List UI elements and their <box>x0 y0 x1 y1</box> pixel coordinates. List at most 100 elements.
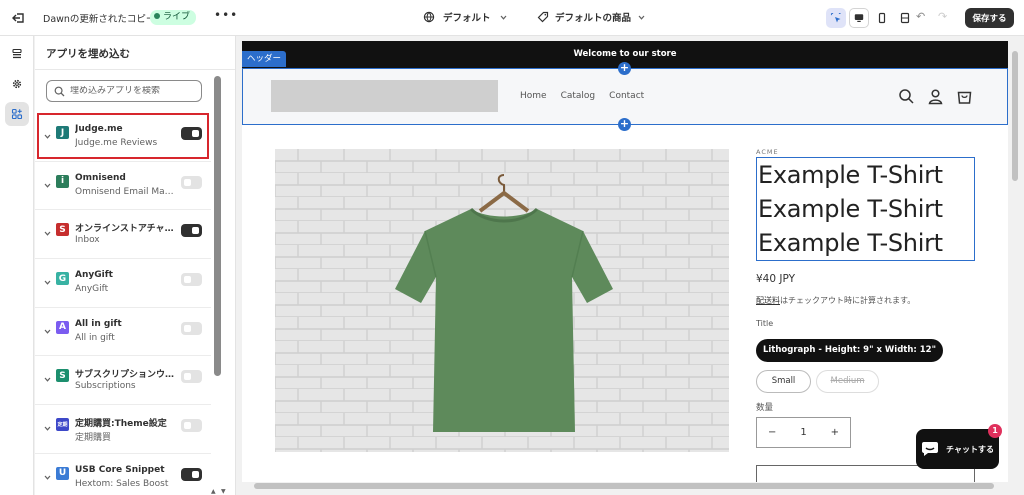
chevron-down-icon <box>638 15 645 20</box>
option-medium-pill[interactable]: Medium <box>816 370 879 393</box>
panel-divider <box>35 69 235 70</box>
chat-label: チャットする <box>946 444 994 454</box>
quantity-increase-button[interactable]: + <box>831 427 839 438</box>
product-title-line: Example T-Shirt <box>758 229 943 257</box>
more-actions-button[interactable]: ••• <box>214 8 238 22</box>
mobile-icon <box>878 12 886 24</box>
chevron-down-icon[interactable] <box>43 278 52 287</box>
product-vendor: ACME <box>756 148 779 156</box>
main-nav: Home Catalog Contact <box>520 91 644 101</box>
chevron-down-icon[interactable] <box>43 424 52 433</box>
chevron-down-icon <box>500 15 506 20</box>
app-embed-toggle[interactable] <box>181 419 202 433</box>
fullscreen-button[interactable] <box>895 8 915 28</box>
desktop-view-button[interactable] <box>849 8 869 28</box>
scroll-up-arrow-icon[interactable]: ▲ <box>211 488 216 495</box>
template-selector[interactable]: デフォルトの商品 <box>537 10 646 24</box>
product-price: ¥40 JPY <box>756 273 795 285</box>
shipping-link[interactable]: 配送料 <box>756 296 780 305</box>
chevron-down-icon[interactable] <box>43 473 52 482</box>
app-subtitle: Subscriptions <box>75 381 136 392</box>
inspector-button[interactable] <box>826 8 846 28</box>
option-lithograph-pill[interactable]: Lithograph - Height: 9" x Width: 12" <box>756 339 943 362</box>
app-embed-item[interactable]: G AnyGift AnyGift <box>35 259 211 308</box>
highlight-box <box>37 113 209 159</box>
chevron-down-icon[interactable] <box>43 327 52 336</box>
app-subtitle: Omnisend Email Marketing <box>75 186 175 197</box>
search-icon[interactable] <box>898 88 915 105</box>
app-embed-item[interactable]: S オンラインストアチャット Inbox <box>35 210 211 260</box>
app-embed-item[interactable]: S サブスクリプションウィジェットSubscriptions <box>35 356 211 406</box>
preview-horizontal-scroll-thumb[interactable] <box>254 483 994 489</box>
app-embed-toggle[interactable] <box>181 467 202 481</box>
app-list: J Judge.me Judge.me Reviews i Omnisend Omnise… <box>35 113 211 495</box>
option-label: Title <box>756 319 774 328</box>
cart-icon[interactable] <box>956 88 973 105</box>
app-name: AnyGift <box>75 270 113 281</box>
scroll-down-arrow-icon[interactable]: ▼ <box>221 488 226 495</box>
quantity-value[interactable]: 1 <box>800 427 806 438</box>
gear-icon <box>12 79 22 89</box>
undo-icon[interactable]: ↶ <box>916 10 925 23</box>
app-embed-item[interactable]: 定期 定期購買:Theme設定 定期購買 <box>35 405 211 454</box>
toggle-knob <box>192 470 199 478</box>
product-image[interactable] <box>275 149 729 452</box>
account-icon[interactable] <box>927 88 944 105</box>
chat-button[interactable]: チャットする <box>916 429 999 469</box>
nav-contact[interactable]: Contact <box>609 91 644 101</box>
nav-catalog[interactable]: Catalog <box>561 91 596 101</box>
app-icon: S <box>56 223 69 237</box>
chevron-down-icon[interactable] <box>43 375 52 384</box>
mobile-view-button[interactable] <box>872 8 892 28</box>
app-search-input[interactable] <box>70 86 195 96</box>
apps-icon <box>11 108 23 120</box>
rail-settings-button[interactable] <box>5 72 29 96</box>
toggle-knob <box>184 373 191 381</box>
tag-icon <box>537 11 549 23</box>
app-name: Omnisend <box>75 172 126 183</box>
app-embed-item[interactable]: U USB Core Snippet Hextom: Sales Boost <box>35 454 211 495</box>
panel-scrollbar[interactable] <box>214 76 221 489</box>
app-embed-item[interactable]: i Omnisend Omnisend Email Marketing <box>35 162 211 211</box>
nav-home[interactable]: Home <box>520 91 547 101</box>
theme-label: デフォルト <box>443 13 491 24</box>
store-title: Dawnの更新されたコピー <box>43 14 156 25</box>
preview-horizontal-scrollbar[interactable] <box>242 482 1008 490</box>
preview-vertical-scroll-thumb[interactable] <box>1012 51 1018 181</box>
shipping-note: 配送料はチェックアウト時に計算されます。 <box>756 295 915 306</box>
exit-icon[interactable] <box>10 9 28 27</box>
chevron-down-icon[interactable] <box>43 181 52 190</box>
toggle-knob <box>184 276 191 284</box>
save-button[interactable]: 保存する <box>965 8 1014 28</box>
app-embed-toggle[interactable] <box>181 224 202 238</box>
theme-selector[interactable]: デフォルト <box>423 10 508 24</box>
quantity-stepper: − 1 + <box>756 417 851 448</box>
app-embed-toggle[interactable] <box>181 175 202 189</box>
preview-vertical-scrollbar[interactable] <box>1011 41 1019 482</box>
template-label: デフォルトの商品 <box>555 13 632 24</box>
top-bar: Dawnの更新されたコピー ライブ ••• デフォルト デフォルトの商品 ↶ ↷… <box>0 0 1024 36</box>
live-label: ライブ <box>163 12 191 22</box>
app-embed-toggle[interactable] <box>181 370 202 384</box>
app-embed-item[interactable]: A All in gift All in gift <box>35 308 211 357</box>
chevron-down-icon[interactable] <box>43 229 52 238</box>
add-section-plus-button[interactable]: + <box>618 62 631 75</box>
rail-app-embeds-button[interactable] <box>5 102 29 126</box>
add-section-plus-button[interactable]: + <box>618 118 631 131</box>
redo-icon[interactable]: ↷ <box>938 10 947 23</box>
app-icon: S <box>56 369 69 383</box>
panel-scroll-thumb[interactable] <box>214 76 221 376</box>
product-title-line: Example T-Shirt <box>758 161 943 189</box>
search-icon <box>54 86 65 96</box>
logo-placeholder[interactable] <box>271 80 498 112</box>
app-name: サブスクリプションウィジェット <box>75 370 175 381</box>
quantity-decrease-button[interactable]: − <box>768 427 776 438</box>
app-subtitle: AnyGift <box>75 284 109 295</box>
app-embed-toggle[interactable] <box>181 321 202 335</box>
rail-sections-button[interactable] <box>5 42 29 66</box>
product-title-block[interactable]: Example T-Shirt Example T-Shirt Example … <box>756 157 975 261</box>
app-embed-toggle[interactable] <box>181 273 202 287</box>
app-subtitle: All in gift <box>75 332 115 343</box>
header-section-tag[interactable]: ヘッダー <box>242 51 287 67</box>
option-small-pill[interactable]: Small <box>756 370 811 393</box>
